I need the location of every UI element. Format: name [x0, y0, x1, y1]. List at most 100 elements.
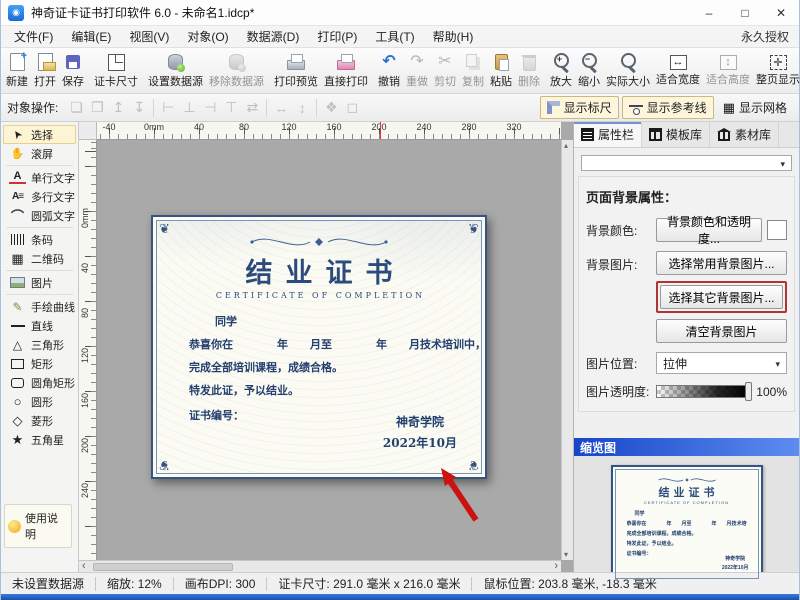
view-button-guides[interactable]: 显示参考线	[622, 96, 714, 119]
tool-label: 三角形	[31, 337, 64, 353]
tab-templates[interactable]: 模板库	[642, 122, 710, 147]
certificate-date: 2022年10月	[383, 433, 457, 455]
tool-image[interactable]: 图片	[3, 273, 76, 292]
ruler-mouse-marker	[380, 122, 381, 139]
tool-triangle[interactable]: △ 三角形	[3, 335, 76, 354]
menu-item-7[interactable]: 帮助(H)	[424, 28, 483, 45]
equal-spacing-icon: ⇄	[242, 98, 262, 118]
help-button-label: 使用说明	[25, 510, 68, 542]
opacity-slider[interactable]	[656, 385, 751, 398]
tool-label: 直线	[31, 318, 53, 334]
certificate-page[interactable]: 结业证书 CERTIFICATE OF COMPLETION 同学 恭喜你在 年…	[151, 215, 487, 479]
tool-arc-text[interactable]: ⌒圆弧文字	[3, 206, 76, 225]
toolbar-label: 打印预览	[274, 73, 318, 89]
toolbar-label: 新建	[6, 73, 28, 89]
bg-color-button[interactable]: 背景颜色和透明度...	[656, 218, 762, 242]
scrollbar-thumb[interactable]	[93, 563, 233, 571]
toolbar-actual-size[interactable]: 实际大小	[603, 51, 653, 90]
grid-icon: ▦	[723, 101, 735, 114]
license-badge: 永久授权	[741, 28, 799, 45]
menu-item-4[interactable]: 数据源(D)	[238, 28, 309, 45]
help-button[interactable]: 使用说明	[4, 504, 72, 548]
cut-icon: ✂	[434, 52, 456, 72]
toolbar-print-preview[interactable]: 打印预览	[271, 51, 321, 90]
maximize-button[interactable]: □	[727, 0, 763, 25]
tool-label: 圆形	[31, 394, 53, 410]
certificate-issuer-block[interactable]: 神奇学院 2022年10月	[383, 412, 457, 455]
horizontal-scrollbar[interactable]	[79, 560, 561, 572]
toolbar-direct-print[interactable]: 直接打印	[321, 51, 371, 90]
thumbnail-certificate-inner: 结业证书 CERTIFICATE OF COMPLETION 同学 恭喜你在 年…	[615, 469, 759, 579]
toolbar-paste[interactable]: 粘贴	[487, 51, 515, 90]
guides-icon	[629, 102, 643, 114]
properties-tab-icon	[581, 128, 594, 141]
triangle-icon: △	[9, 338, 26, 352]
choose-other-bg-button[interactable]: 选择其它背景图片...	[660, 285, 783, 309]
zoom-out-icon-inner: −	[582, 53, 593, 64]
tool-diamond[interactable]: ◇菱形	[3, 411, 76, 430]
certificate-line[interactable]: 恭喜你在 年 月至 年 月技术培训中，	[189, 336, 449, 352]
certificate-subtitle[interactable]: CERTIFICATE OF COMPLETION	[213, 291, 425, 300]
toolbar-undo[interactable]: ↶撤销	[375, 51, 403, 90]
toolbar-open-file[interactable]: 打开	[31, 51, 59, 90]
thumbnail-issuer-name: 神奇学院	[722, 555, 749, 564]
tool-barcode[interactable]: 条码	[3, 230, 76, 249]
tool-line[interactable]: 直线	[3, 316, 76, 335]
tool-hand[interactable]: ✋滚屏	[3, 144, 76, 163]
menu-item-2[interactable]: 视图(V)	[120, 28, 178, 45]
toolbar-zoom-out[interactable]: −缩小	[575, 51, 603, 90]
menu-item-6[interactable]: 工具(T)	[366, 28, 423, 45]
certificate-line[interactable]: 完成全部培训课程，成绩合格。	[189, 359, 449, 375]
rectangle-icon	[9, 359, 26, 369]
send-to-back-icon: ❐	[87, 98, 107, 118]
tool-star[interactable]: ★五角星	[3, 430, 76, 449]
tool-label: 矩形	[31, 356, 53, 372]
image-position-label: 图片位置:	[586, 355, 656, 372]
print-preview-icon	[285, 52, 307, 72]
certificate-salutation[interactable]: 同学	[189, 313, 449, 329]
tool-single-line-text[interactable]: A单行文字	[3, 168, 76, 187]
tab-properties[interactable]: 属性栏	[574, 122, 642, 147]
vertical-ruler: 0mm4080120160200240	[79, 140, 97, 560]
toolbar-label: 重做	[406, 73, 428, 89]
toolbar-fit-width[interactable]: ↔适合宽度	[653, 54, 703, 88]
ruler-label: 80	[239, 122, 249, 132]
save-icon	[62, 52, 84, 72]
toolbar-new-file[interactable]: 新建	[3, 51, 31, 90]
view-button-grid[interactable]: ▦显示网格	[717, 96, 793, 119]
certificate-line[interactable]: 特发此证，予以结业。	[189, 382, 449, 398]
close-button[interactable]: ✕	[763, 0, 799, 25]
main-toolbar: 新建打开保存证卡尺寸设置数据源移除数据源打印预览直接打印↶撤销↷重做✂剪切复制粘…	[1, 48, 799, 94]
toolbar-card-size[interactable]: 证卡尺寸	[91, 51, 141, 90]
tool-multi-line-text[interactable]: A≡多行文字	[3, 187, 76, 206]
tab-materials[interactable]: 素材库	[710, 122, 779, 147]
thumbnail-line: 特发此证，予以结业。	[627, 540, 747, 547]
menu-item-1[interactable]: 编辑(E)	[62, 28, 120, 45]
toolbar-whole-page[interactable]: ✛整页显示	[753, 54, 800, 88]
view-button-ruler[interactable]: 显示标尺	[540, 96, 619, 119]
minimize-button[interactable]: –	[691, 0, 727, 25]
menu-item-3[interactable]: 对象(O)	[178, 28, 237, 45]
slider-thumb[interactable]	[745, 382, 752, 401]
tool-circle[interactable]: ○圆形	[3, 392, 76, 411]
menu-item-5[interactable]: 打印(P)	[308, 28, 366, 45]
vertical-scrollbar[interactable]	[561, 140, 573, 560]
choose-common-bg-button[interactable]: 选择常用背景图片...	[656, 251, 787, 275]
tool-rectangle[interactable]: 矩形	[3, 354, 76, 373]
toolbar-zoom-in[interactable]: +放大	[547, 51, 575, 90]
certificate-title[interactable]: 结业证书	[233, 251, 406, 290]
tool-qrcode[interactable]: ▦二维码	[3, 249, 76, 268]
menu-item-0[interactable]: 文件(F)	[5, 28, 62, 45]
toolbar-set-datasource[interactable]: 设置数据源	[145, 51, 206, 90]
tool-select-cursor[interactable]: ➤选择	[3, 125, 76, 144]
toolbar-save[interactable]: 保存	[59, 51, 87, 90]
tool-rounded-rect[interactable]: 圆角矩形	[3, 373, 76, 392]
bg-color-swatch[interactable]	[767, 220, 787, 240]
design-canvas[interactable]: 结业证书 CERTIFICATE OF COMPLETION 同学 恭喜你在 年…	[97, 140, 561, 560]
clear-bg-button[interactable]: 清空背景图片	[656, 319, 787, 343]
tool-freehand-curve[interactable]: ✎手绘曲线	[3, 297, 76, 316]
object-selector-dropdown[interactable]	[581, 155, 792, 171]
image-position-select[interactable]: 拉伸	[656, 352, 787, 374]
paste-icon	[490, 52, 512, 72]
card-size-icon	[105, 52, 127, 72]
